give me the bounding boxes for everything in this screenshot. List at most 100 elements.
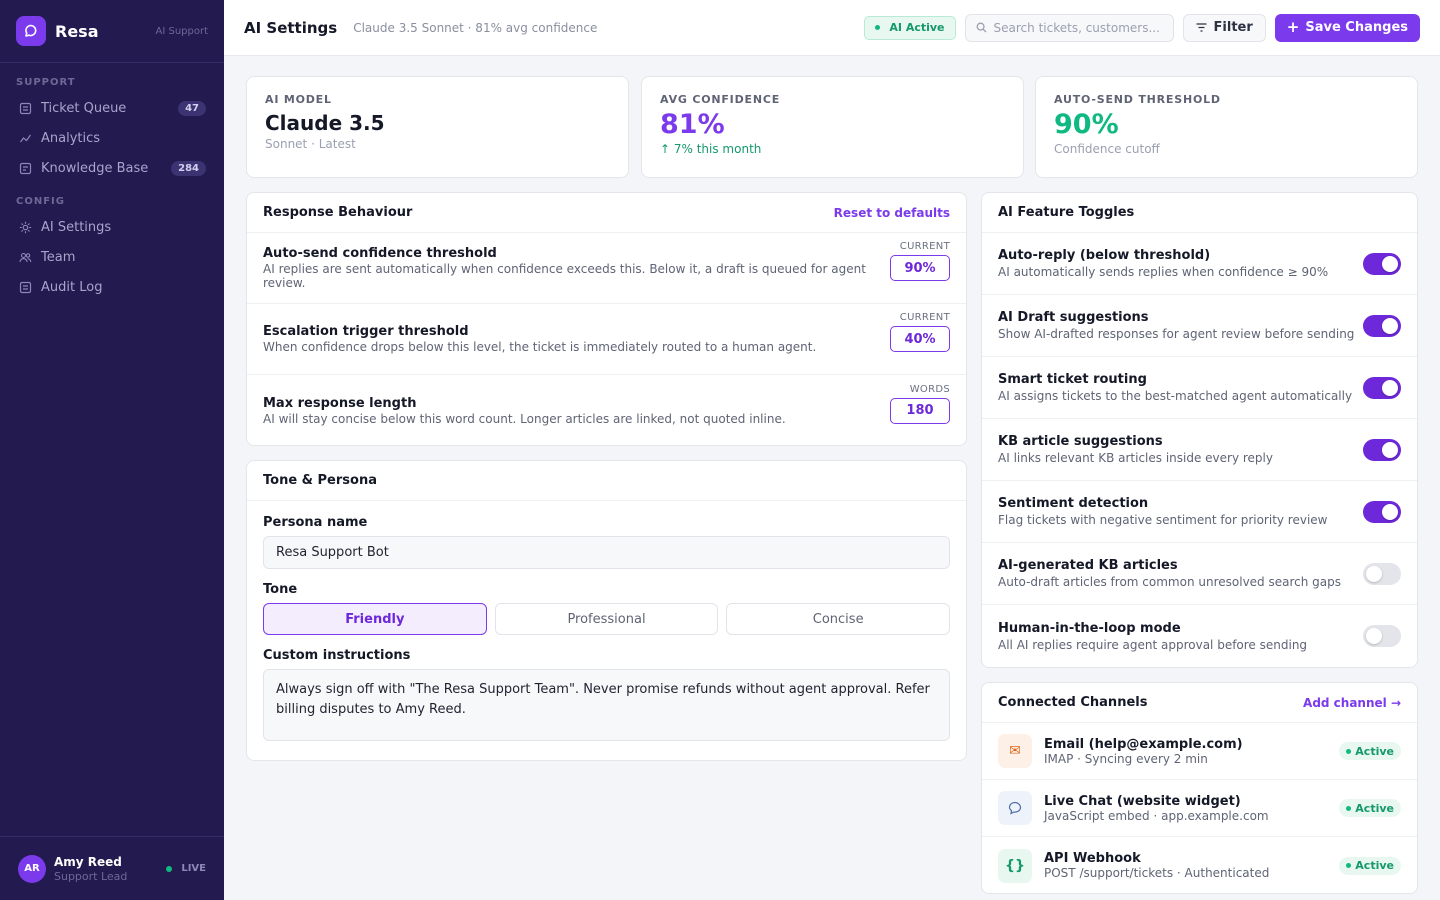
search-icon — [976, 22, 987, 33]
kb-suggestions-toggle[interactable] — [1363, 438, 1401, 461]
sentiment-detection-toggle[interactable] — [1363, 500, 1401, 523]
custom-instructions-field[interactable]: Always sign off with "The Resa Support T… — [263, 669, 950, 741]
chart-line-icon — [18, 131, 32, 145]
filter-label: Filter — [1213, 20, 1253, 35]
filter-button[interactable]: Filter — [1182, 13, 1266, 42]
search-placeholder: Search tickets, customers... — [993, 20, 1160, 35]
toggle-desc: Auto-draft articles from common unresolv… — [998, 575, 1342, 589]
toggle-row: AI Draft suggestions Show AI-drafted res… — [982, 295, 1417, 357]
stat-card-ai-model: AI MODEL Claude 3.5 Sonnet · Latest — [246, 76, 629, 178]
nav-section-label: SUPPORT — [16, 77, 76, 88]
toggle-desc: All AI replies require agent approval be… — [998, 637, 1308, 652]
plus-icon: + — [1286, 18, 1300, 36]
draft-suggestions-toggle[interactable] — [1363, 314, 1401, 337]
status-badge: Active — [1339, 799, 1401, 817]
channel-row[interactable]: Live Chat (website widget) JavaScript em… — [982, 780, 1417, 837]
sidebar-item-ticket-queue[interactable]: Ticket Queue 47 — [0, 93, 224, 123]
value-label: CURRENT — [899, 241, 950, 252]
sidebar-item-label: Audit Log — [41, 279, 103, 295]
human-in-loop-toggle[interactable] — [1363, 625, 1401, 647]
sidebar-item-team[interactable]: Team — [0, 242, 224, 272]
toggle-row: KB article suggestions AI links relevant… — [982, 419, 1417, 481]
stat-card-avg-confidence: AVG CONFIDENCE 81% ↑ 7% this month — [641, 76, 1024, 178]
max-length-input[interactable]: 180 — [890, 397, 950, 424]
setting-row: Auto-send confidence threshold AI replie… — [247, 233, 966, 304]
toggle-row: Auto-reply (below threshold) AI automati… — [982, 233, 1417, 295]
toggle-title: AI-generated KB articles — [998, 558, 1178, 573]
top-header: AI Settings Claude 3.5 Sonnet · 81% avg … — [224, 0, 1440, 56]
sidebar-item-ai-settings[interactable]: AI Settings — [0, 212, 224, 242]
status-badge: Active — [1339, 742, 1401, 760]
code-braces-icon: {} — [998, 848, 1032, 883]
setting-title: Auto-send confidence threshold — [263, 246, 497, 261]
channel-name: Email (help@example.com) — [1044, 736, 1243, 752]
ai-status-label: AI Active — [889, 21, 945, 34]
card-title: Tone & Persona — [263, 473, 377, 488]
save-changes-button[interactable]: + Save Changes — [1274, 13, 1420, 42]
toggle-title: Smart ticket routing — [998, 372, 1147, 387]
save-label: Save Changes — [1305, 20, 1408, 35]
persona-name-field[interactable]: Resa Support Bot — [263, 536, 950, 569]
sidebar-item-knowledge-base[interactable]: Knowledge Base 284 — [0, 153, 224, 183]
sidebar-item-label: Ticket Queue — [41, 100, 127, 116]
card-title: Response Behaviour — [263, 205, 413, 220]
toggle-desc: AI links relevant KB articles inside eve… — [998, 451, 1273, 465]
status-label: Active — [1355, 744, 1394, 758]
user-profile[interactable]: AR Amy Reed Support Lead LIVE — [0, 836, 224, 900]
sidebar-item-audit-log[interactable]: Audit Log — [0, 272, 224, 302]
stat-label: AI MODEL — [265, 93, 332, 106]
escalation-threshold-input[interactable]: 40% — [890, 326, 950, 352]
brand-subtitle: AI Support — [155, 25, 209, 37]
stat-label: AVG CONFIDENCE — [660, 93, 781, 106]
smart-routing-toggle[interactable] — [1363, 376, 1401, 399]
page-title: AI Settings — [244, 18, 338, 37]
value-label: CURRENT — [899, 312, 950, 323]
stat-label: AUTO-SEND THRESHOLD — [1054, 93, 1221, 106]
speech-bubble-icon — [998, 791, 1032, 825]
tone-option-professional[interactable]: Professional — [494, 603, 719, 635]
toggle-desc: AI assigns tickets to the best-matched a… — [998, 389, 1353, 403]
stat-value: Claude 3.5 — [265, 111, 385, 135]
channel-row[interactable]: {} API Webhook POST /support/tickets · A… — [982, 837, 1417, 894]
auto-reply-toggle[interactable] — [1363, 252, 1401, 275]
stat-note: Confidence cutoff — [1054, 142, 1160, 156]
toggle-title: Auto-reply (below threshold) — [998, 248, 1211, 263]
ai-status-badge: AI Active — [864, 15, 956, 40]
value-label: WORDS — [909, 383, 950, 395]
toggle-row: Human-in-the-loop mode All AI replies re… — [982, 605, 1417, 667]
sidebar-item-label: Team — [41, 249, 76, 265]
channel-row[interactable]: ✉ Email (help@example.com) IMAP · Syncin… — [982, 723, 1417, 780]
search-input[interactable]: Search tickets, customers... — [964, 13, 1174, 42]
status-label: Active — [1355, 801, 1394, 815]
sidebar: Resa AI Support SUPPORT Ticket Queue 47 … — [0, 0, 224, 900]
toggle-row: Smart ticket routing AI assigns tickets … — [982, 357, 1417, 419]
channel-desc: IMAP · Syncing every 2 min — [1044, 751, 1208, 766]
page-subtitle: Claude 3.5 Sonnet · 81% avg confidence — [353, 20, 598, 35]
sidebar-item-analytics[interactable]: Analytics — [0, 123, 224, 153]
reset-defaults-link[interactable]: Reset to defaults — [834, 206, 950, 220]
toggle-title: KB article suggestions — [998, 434, 1163, 449]
persona-name-label: Persona name — [263, 515, 368, 530]
sidebar-item-label: Analytics — [41, 130, 101, 146]
toggle-desc: Show AI-drafted responses for agent revi… — [998, 327, 1355, 341]
chat-bubble-icon[interactable] — [16, 16, 46, 46]
envelope-icon: ✉ — [998, 734, 1032, 768]
ai-kb-articles-toggle[interactable] — [1363, 562, 1401, 585]
status-dot-icon — [166, 865, 173, 872]
channel-name: API Webhook — [1044, 851, 1141, 866]
auto-send-threshold-input[interactable]: 90% — [890, 255, 950, 281]
kb-count-badge: 284 — [171, 160, 206, 176]
stat-note: ↑ 7% this month — [660, 142, 762, 156]
tone-selector: Friendly Professional Concise — [263, 603, 951, 635]
tone-option-friendly[interactable]: Friendly — [263, 603, 487, 635]
live-status: LIVE — [166, 863, 206, 874]
brand-name[interactable]: Resa — [55, 22, 99, 41]
setting-title: Max response length — [263, 395, 417, 411]
list-icon — [18, 280, 32, 294]
toggle-title: AI Draft suggestions — [998, 310, 1149, 325]
add-channel-link[interactable]: Add channel → — [1303, 696, 1401, 710]
toggle-desc: Flag tickets with negative sentiment for… — [998, 513, 1328, 527]
tone-option-concise[interactable]: Concise — [726, 603, 951, 635]
avatar[interactable]: AR — [18, 854, 46, 883]
setting-desc: When confidence drops below this level, … — [263, 340, 817, 354]
